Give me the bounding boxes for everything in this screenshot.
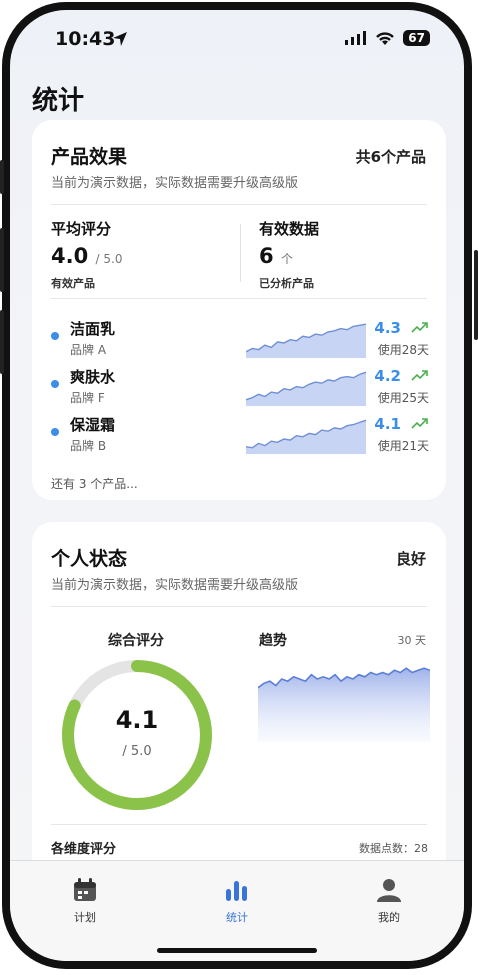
overall-score-label: 综合评分 — [108, 633, 164, 649]
person-icon — [377, 879, 401, 902]
personal-status: 良好 — [395, 550, 426, 568]
personal-status-card: 个人状态 良好 当前为演示数据，实际数据需要升级高级版 综合评分 4.1 / 5… — [32, 522, 446, 902]
trend-label: 趋势 — [259, 633, 287, 649]
volume-down-button — [0, 310, 4, 374]
dimension-scores-label: 各维度评分 — [51, 842, 117, 857]
avg-score-foot: 有效产品 — [51, 277, 95, 290]
product-name: 爽肤水 — [70, 368, 116, 386]
product-score: 4.3 — [374, 319, 401, 337]
avg-score-number: 4.0 — [51, 244, 89, 268]
wifi-icon — [376, 31, 395, 45]
side-button — [0, 160, 4, 194]
valid-data-foot: 已分析产品 — [259, 277, 314, 290]
stat-divider — [240, 224, 241, 282]
battery-indicator: 67 — [403, 30, 430, 46]
product-row[interactable]: 洁面乳品牌 A 4.3 使用28天 — [51, 318, 429, 362]
overall-score-value: 4.1 — [115, 706, 159, 734]
more-products-link[interactable]: 还有 3 个产品... — [51, 475, 138, 492]
product-card-title: 产品效果 — [51, 146, 128, 168]
tab-stats-label: 统计 — [226, 911, 248, 924]
location-arrow-icon — [113, 32, 127, 46]
product-effect-card: 产品效果 共6个产品 当前为演示数据，实际数据需要升级高级版 平均评分 4.0 … — [32, 120, 446, 500]
product-score: 4.1 — [374, 415, 401, 433]
product-name: 洁面乳 — [70, 320, 116, 338]
power-button — [474, 250, 478, 340]
valid-data-unit: 个 — [280, 252, 293, 266]
avg-score-max: / 5.0 — [95, 252, 123, 266]
product-sparkline — [246, 323, 366, 358]
product-dot — [51, 332, 59, 340]
trend-period: 30 天 — [397, 634, 427, 647]
product-sparkline — [246, 419, 366, 454]
divider — [51, 298, 427, 299]
phone-frame: 10:43 67 统计 产品效果 共6个产品 当前为演示数据，实际数据需要升级高… — [0, 0, 478, 975]
trend-area-chart — [258, 667, 430, 742]
demo-notice: 当前为演示数据，实际数据需要升级高级版 — [51, 176, 299, 191]
overall-score-ring — [62, 660, 212, 810]
bar-chart-icon — [226, 881, 247, 901]
product-score: 4.2 — [374, 367, 401, 385]
cellular-signal-icon — [345, 31, 367, 45]
divider — [51, 606, 427, 607]
product-brand: 品牌 F — [70, 391, 105, 405]
product-usage-days: 使用21天 — [377, 439, 429, 453]
product-name: 保湿霜 — [70, 416, 116, 434]
data-point-count: 数据点数：28 — [359, 842, 428, 855]
product-dot — [51, 428, 59, 436]
trend-up-icon — [411, 370, 428, 381]
volume-up-button — [0, 228, 4, 292]
valid-data-label: 有效数据 — [259, 220, 320, 238]
product-usage-days: 使用28天 — [377, 343, 429, 357]
overall-score-max: / 5.0 — [122, 744, 152, 759]
calendar-icon — [74, 878, 96, 901]
product-row[interactable]: 保湿霜品牌 B 4.1 使用21天 — [51, 414, 429, 458]
valid-data-value: 6 个 — [259, 244, 293, 268]
tab-bar: 计划 统计 我的 — [10, 860, 464, 961]
screen: 10:43 67 统计 产品效果 共6个产品 当前为演示数据，实际数据需要升级高… — [10, 10, 464, 961]
tab-mine[interactable]: 我的 — [349, 877, 429, 925]
product-total: 共6个产品 — [355, 148, 426, 166]
status-time: 10:43 — [55, 28, 116, 50]
tab-mine-label: 我的 — [378, 911, 400, 924]
product-dot — [51, 380, 59, 388]
personal-card-title: 个人状态 — [51, 548, 128, 570]
divider — [51, 204, 427, 205]
trend-up-icon — [411, 322, 428, 333]
valid-data-number: 6 — [259, 244, 274, 268]
tab-plan[interactable]: 计划 — [45, 877, 125, 925]
product-row[interactable]: 爽肤水品牌 F 4.2 使用25天 — [51, 366, 429, 410]
home-indicator — [157, 948, 317, 953]
page-title: 统计 — [32, 86, 85, 116]
trend-up-icon — [411, 418, 428, 429]
product-sparkline — [246, 371, 366, 406]
status-bar: 10:43 67 — [10, 28, 464, 58]
product-brand: 品牌 A — [70, 343, 107, 357]
tab-plan-label: 计划 — [74, 911, 96, 924]
product-brand: 品牌 B — [70, 439, 107, 453]
avg-score-value: 4.0 / 5.0 — [51, 244, 122, 268]
product-usage-days: 使用25天 — [377, 391, 429, 405]
demo-notice: 当前为演示数据，实际数据需要升级高级版 — [51, 578, 299, 593]
avg-score-label: 平均评分 — [51, 220, 112, 238]
divider — [51, 824, 427, 825]
tab-stats[interactable]: 统计 — [197, 877, 277, 925]
